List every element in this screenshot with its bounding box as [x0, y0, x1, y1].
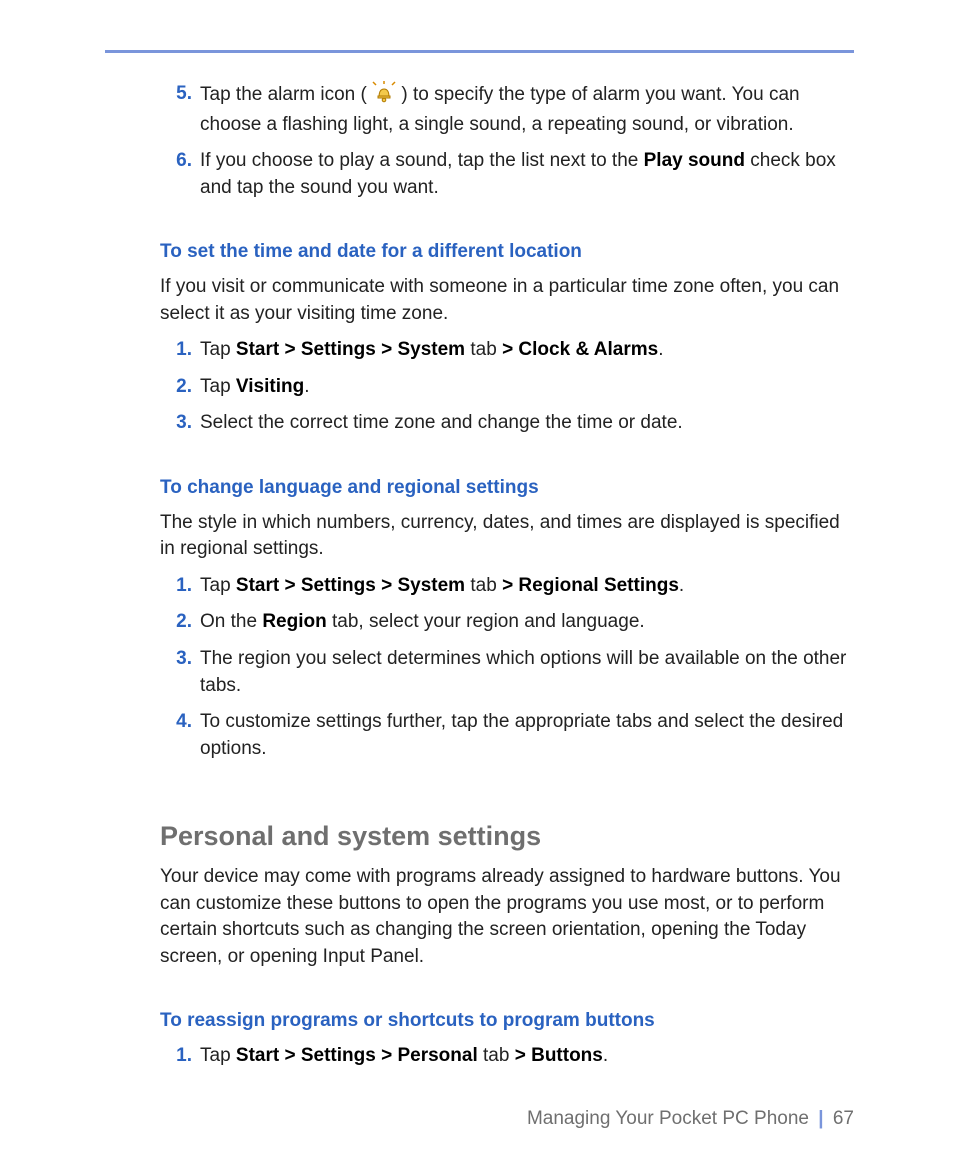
item-text: Tap the alarm icon ( ) to specify the ty…: [200, 81, 854, 138]
list-item: 1. Tap Start > Settings > System tab > C…: [105, 337, 854, 364]
text: If you choose to play a sound, tap the l…: [200, 150, 644, 171]
section-title: Personal and system settings: [105, 818, 854, 856]
item-number: 1.: [160, 1043, 200, 1070]
footer-divider: |: [814, 1108, 827, 1129]
paragraph: The style in which numbers, currency, da…: [105, 510, 854, 563]
text: Tap the alarm icon (: [200, 84, 367, 105]
list-item: 1. Tap Start > Settings > Personal tab >…: [105, 1043, 854, 1070]
item-text: To customize settings further, tap the a…: [200, 709, 854, 762]
bold-text: > Buttons: [515, 1045, 603, 1066]
text: tab: [478, 1045, 515, 1066]
bold-text: Region: [262, 611, 326, 632]
text: tab: [465, 575, 502, 596]
list-item: 5. Tap the alarm icon ( ) to specify the…: [105, 81, 854, 138]
item-text: The region you select determines which o…: [200, 646, 854, 699]
paragraph: Your device may come with programs alrea…: [105, 864, 854, 970]
text: Tap: [200, 1045, 236, 1066]
text: On the: [200, 611, 262, 632]
item-number: 2.: [160, 374, 200, 401]
bold-text: Start > Settings > System: [236, 339, 465, 360]
top-rule: [105, 50, 854, 53]
list-item: 6. If you choose to play a sound, tap th…: [105, 148, 854, 201]
bold-text: Visiting: [236, 376, 304, 397]
bold-text: Start > Settings > Personal: [236, 1045, 478, 1066]
item-number: 6.: [160, 148, 200, 201]
list-item: 3. Select the correct time zone and chan…: [105, 410, 854, 437]
page-footer: Managing Your Pocket PC Phone | 67: [527, 1106, 854, 1133]
item-number: 3.: [160, 410, 200, 437]
item-text: Tap Start > Settings > System tab > Regi…: [200, 573, 854, 600]
bold-text: Start > Settings > System: [236, 575, 465, 596]
item-number: 2.: [160, 609, 200, 636]
bold-text: > Clock & Alarms: [502, 339, 658, 360]
item-number: 1.: [160, 573, 200, 600]
section-subhead: To reassign programs or shortcuts to pro…: [105, 1008, 854, 1035]
list-item: 4. To customize settings further, tap th…: [105, 709, 854, 762]
list-item: 2. On the Region tab, select your region…: [105, 609, 854, 636]
text: .: [603, 1045, 608, 1066]
text: .: [658, 339, 663, 360]
item-text: If you choose to play a sound, tap the l…: [200, 148, 854, 201]
item-number: 5.: [160, 81, 200, 138]
page-number: 67: [833, 1108, 854, 1129]
item-text: Tap Start > Settings > System tab > Cloc…: [200, 337, 854, 364]
section-subhead: To change language and regional settings: [105, 475, 854, 502]
list-item: 2. Tap Visiting.: [105, 374, 854, 401]
text: .: [679, 575, 684, 596]
text: Tap: [200, 376, 236, 397]
item-text: On the Region tab, select your region an…: [200, 609, 854, 636]
list-item: 1. Tap Start > Settings > System tab > R…: [105, 573, 854, 600]
item-number: 1.: [160, 337, 200, 364]
chapter-name: Managing Your Pocket PC Phone: [527, 1108, 809, 1129]
section-subhead: To set the time and date for a different…: [105, 239, 854, 266]
bold-text: Play sound: [644, 150, 745, 171]
list-item: 3. The region you select determines whic…: [105, 646, 854, 699]
item-text: Tap Start > Settings > Personal tab > Bu…: [200, 1043, 854, 1070]
paragraph: If you visit or communicate with someone…: [105, 274, 854, 327]
text: tab: [465, 339, 502, 360]
item-text: Tap Visiting.: [200, 374, 854, 401]
bold-text: > Regional Settings: [502, 575, 679, 596]
alarm-bell-icon: [372, 81, 396, 112]
text: .: [304, 376, 309, 397]
item-number: 3.: [160, 646, 200, 699]
text: tab, select your region and language.: [327, 611, 645, 632]
item-number: 4.: [160, 709, 200, 762]
item-text: Select the correct time zone and change …: [200, 410, 854, 437]
text: Tap: [200, 575, 236, 596]
text: Tap: [200, 339, 236, 360]
